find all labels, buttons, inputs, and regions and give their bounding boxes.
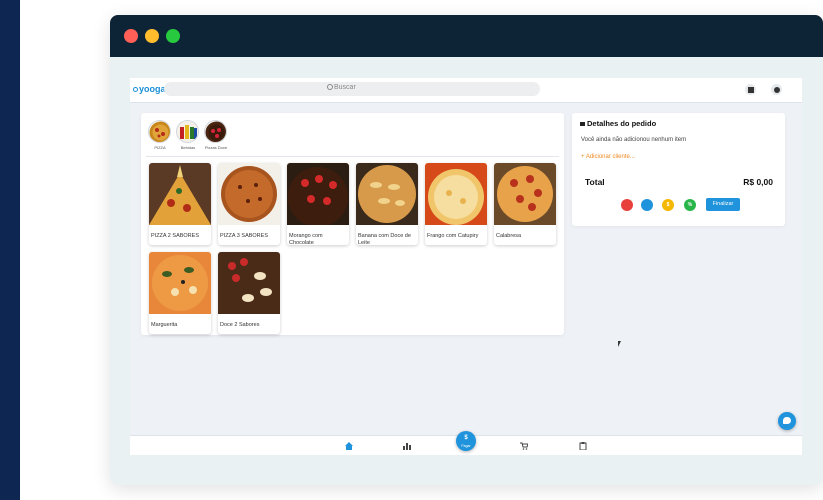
order-title: Detalhes do pedido [580, 119, 656, 128]
category-bebidas[interactable]: Bebidas [176, 120, 200, 150]
product-card[interactable]: Morango com Chocolate [287, 163, 349, 245]
finish-button[interactable]: Finalizar [706, 198, 740, 211]
cart-icon [580, 122, 585, 126]
product-image [149, 163, 211, 225]
gear-icon[interactable] [771, 84, 782, 95]
category-pizza[interactable]: PIZZA [148, 120, 172, 150]
product-card[interactable]: Marguerita [149, 252, 211, 334]
category-divider [146, 156, 559, 157]
home-icon[interactable] [641, 199, 653, 211]
product-card[interactable]: PIZZA 2 SABORES [149, 163, 211, 245]
search-placeholder: Buscar [334, 84, 356, 91]
mouse-cursor [618, 341, 621, 347]
empty-order-message: Você ainda não adicionou nenhum item [581, 137, 687, 143]
product-card[interactable]: Banana com Doce de Leite [356, 163, 418, 245]
product-image [356, 163, 418, 225]
product-image [287, 163, 349, 227]
chat-button[interactable] [778, 412, 796, 430]
minimize-window-button[interactable] [145, 29, 159, 43]
category-bebidas-image [176, 120, 199, 143]
pay-button[interactable]: $ Pagar [456, 431, 476, 451]
percent-icon[interactable]: % [684, 199, 696, 211]
category-pizza-image [148, 120, 171, 143]
close-window-button[interactable] [124, 29, 138, 43]
home-icon[interactable] [345, 442, 353, 450]
top-bar: yooga Buscar [130, 78, 802, 103]
clipboard-icon[interactable] [579, 442, 587, 450]
qr-code-icon[interactable] [745, 84, 756, 95]
product-image [425, 163, 487, 225]
category-pizzas-doce[interactable]: Pizzas Doce [204, 120, 228, 150]
search-input[interactable]: Buscar [164, 82, 540, 96]
product-image [218, 163, 280, 225]
pos-app: yooga Buscar PIZZA Bebidas Pizzas Doce P… [130, 78, 802, 455]
yooga-logo: yooga [133, 84, 166, 94]
trash-icon[interactable] [621, 199, 633, 211]
product-image [494, 163, 556, 225]
window-titlebar [110, 15, 823, 57]
bottom-nav: $ Pagar [130, 431, 802, 455]
browser-window: yooga Buscar PIZZA Bebidas Pizzas Doce P… [110, 15, 823, 485]
dollar-icon[interactable]: $ [662, 199, 674, 211]
order-details-panel: Detalhes do pedido Você ainda não adicio… [572, 113, 785, 226]
product-image [218, 252, 280, 314]
category-pizzas-doce-image [204, 120, 227, 143]
cart-icon[interactable] [520, 442, 528, 450]
product-image [149, 252, 211, 314]
product-card[interactable]: Doce 2 Sabores [218, 252, 280, 334]
total-label: Total [585, 177, 605, 187]
product-card[interactable]: Frango com Catupiry [425, 163, 487, 245]
add-client-link[interactable]: + Adicionar cliente... [581, 154, 635, 160]
chat-icon [783, 417, 791, 424]
total-value: R$ 0,00 [743, 177, 773, 187]
products-panel: PIZZA Bebidas Pizzas Doce PIZZA 2 SABORE… [141, 113, 564, 335]
product-card[interactable]: PIZZA 3 SABORES [218, 163, 280, 245]
maximize-window-button[interactable] [166, 29, 180, 43]
search-icon [327, 84, 333, 90]
bar-chart-icon[interactable] [403, 442, 411, 450]
left-edge-strip [0, 0, 20, 500]
product-card[interactable]: Calabresa [494, 163, 556, 245]
